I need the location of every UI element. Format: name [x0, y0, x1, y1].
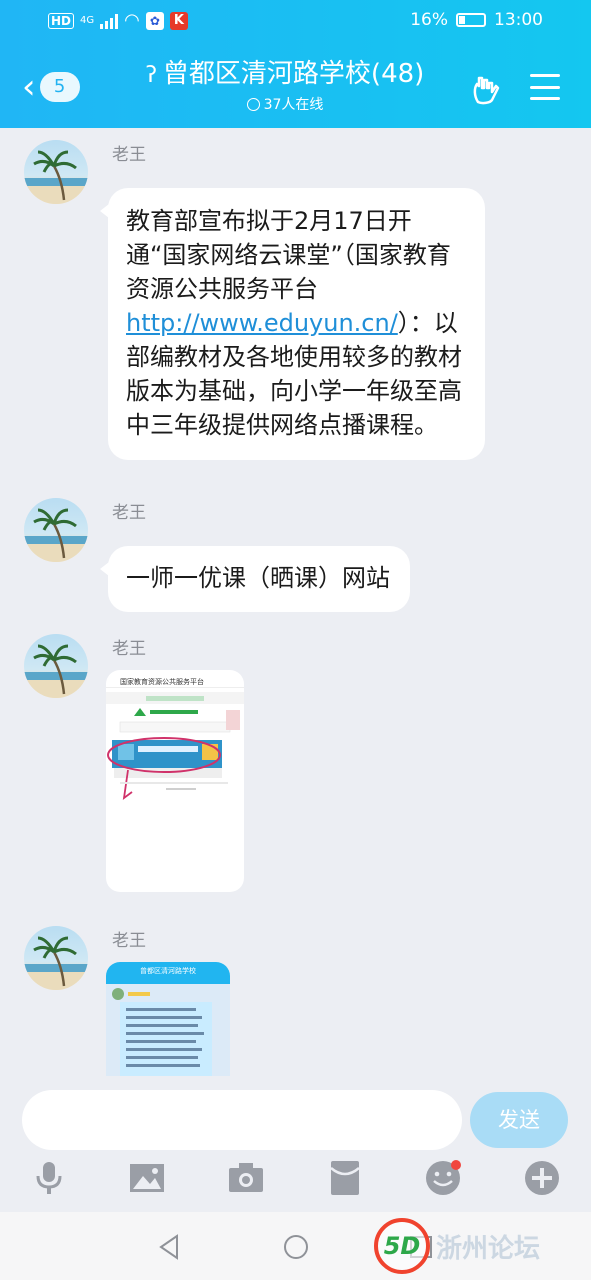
input-bar: 发送 [0, 1076, 591, 1212]
baidu-app-icon: ✿ [145, 11, 164, 30]
header: HD 4G ◠ ✿ K 16% 13:00 ‹ 5 ʔ 曾都区清河路学校(48) … [0, 0, 591, 128]
image-message[interactable]: 国家教育资源公共服务平台 [106, 670, 244, 892]
chat-title-area[interactable]: ʔ 曾都区清河路学校(48) 37人在线 [120, 56, 450, 114]
emoji-icon[interactable] [423, 1158, 463, 1198]
battery-icon [456, 13, 486, 27]
message-bubble[interactable]: 教育部宣布拟于2月17日开通“国家网络云课堂”（国家教育资源公共服务平台 http… [100, 188, 485, 460]
group-title: 曾都区清河路学校(48) [162, 59, 425, 89]
microphone-icon[interactable] [29, 1158, 69, 1198]
sender-name: 老王 [112, 639, 146, 659]
back-button[interactable]: ‹ 5 [22, 70, 80, 104]
avatar[interactable] [24, 498, 88, 562]
watermark: 5D 浙州论坛 [374, 1218, 584, 1274]
message-input[interactable] [22, 1090, 462, 1150]
plus-icon[interactable] [522, 1158, 562, 1198]
sender-name: 老王 [112, 503, 146, 523]
hd-indicator: HD [48, 12, 75, 29]
status-bar: HD 4G ◠ ✿ K 16% 13:00 [0, 0, 591, 44]
nav-home-icon[interactable] [281, 1232, 311, 1262]
nav-back-icon[interactable] [155, 1232, 185, 1262]
sender-name: 老王 [112, 145, 146, 165]
wifi-icon: ◠ [124, 10, 140, 31]
online-icon [246, 98, 260, 111]
back-chevron-icon: ‹ [22, 67, 36, 107]
network-label: 4G [80, 15, 95, 26]
watermark-text: 浙州论坛 [436, 1233, 541, 1264]
hearing-icon: ʔ [145, 63, 157, 88]
k-app-icon: K [169, 11, 188, 30]
online-count: 37人在线 [263, 97, 324, 113]
message-bubble[interactable]: 一师一优课（晒课）网站 [100, 546, 410, 612]
menu-icon[interactable] [530, 74, 560, 100]
battery-percent: 16% [410, 10, 448, 30]
unread-count: 5 [39, 72, 80, 102]
clock: 13:00 [494, 10, 543, 30]
message-link[interactable]: http://www.eduyun.cn/ [126, 309, 398, 337]
title-bar: ‹ 5 ʔ 曾都区清河路学校(48) 37人在线 [0, 44, 591, 128]
hand-gesture-icon[interactable] [470, 74, 502, 106]
image-icon[interactable] [127, 1158, 167, 1198]
screenshot-thumbnail [106, 984, 230, 1076]
message-text: 一师一优课（晒课）网站 [126, 564, 390, 592]
toolbar [0, 1158, 591, 1212]
send-button[interactable]: 发送 [470, 1092, 568, 1148]
screenshot-thumbnail [106, 692, 244, 801]
notification-dot [451, 1160, 461, 1170]
red-packet-icon[interactable] [325, 1158, 365, 1198]
message-text: 教育部宣布拟于2月17日开通“国家网络云课堂”（国家教育资源公共服务平台 [126, 207, 451, 303]
sender-name: 老王 [112, 931, 146, 951]
avatar[interactable] [24, 634, 88, 698]
avatar[interactable] [24, 926, 88, 990]
image-message[interactable]: 曾都区清河路学校 [106, 962, 230, 1076]
watermark-logo: 5D [374, 1218, 430, 1274]
avatar[interactable] [24, 140, 88, 204]
camera-icon[interactable] [226, 1158, 266, 1198]
signal-icon [100, 13, 119, 29]
